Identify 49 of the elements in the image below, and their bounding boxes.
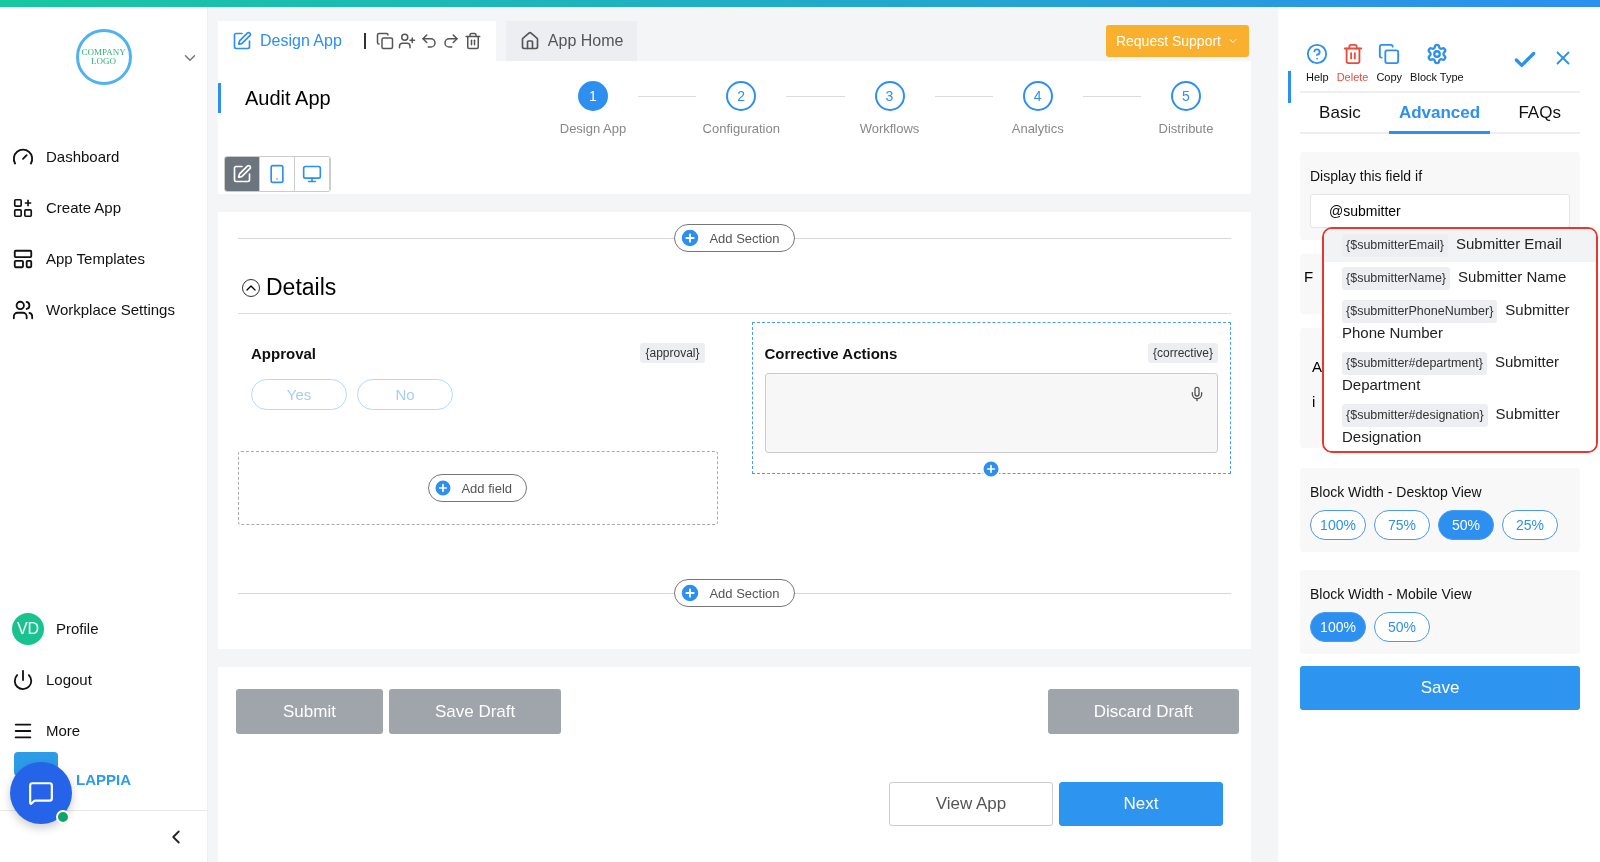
condition-label: Display this field if xyxy=(1310,168,1424,184)
width-option[interactable]: 100% xyxy=(1310,510,1366,540)
width-option[interactable]: 75% xyxy=(1374,510,1430,540)
step-label: Design App xyxy=(559,121,627,136)
covered-label: F xyxy=(1304,268,1314,285)
panel-tab[interactable]: FAQs xyxy=(1508,93,1571,134)
sidebar-item[interactable]: Logout xyxy=(0,654,207,705)
width-label: Block Width - Mobile View xyxy=(1310,586,1473,602)
top-tab[interactable]: App Home xyxy=(505,21,638,61)
step-number[interactable]: 2 xyxy=(726,81,757,111)
step-label: Workflows xyxy=(859,121,920,136)
condition-input[interactable]: @submitter xyxy=(1310,194,1570,228)
field-label: Corrective Actions xyxy=(764,344,898,362)
field-label: Approval xyxy=(251,344,316,362)
brand-name: LAPPIA xyxy=(76,770,131,788)
sidebar-item[interactable]: Dashboard xyxy=(0,131,207,182)
panel-tab[interactable]: Basic xyxy=(1309,93,1371,134)
covered-label: i xyxy=(1311,392,1317,410)
step-label: Analytics xyxy=(1011,121,1064,136)
step-number[interactable]: 3 xyxy=(874,81,905,111)
step-number[interactable]: 5 xyxy=(1171,81,1201,111)
app-title: Audit App xyxy=(218,83,548,113)
width-option[interactable]: 50% xyxy=(1374,612,1430,642)
sidebar-item[interactable]: Workplace Settings xyxy=(0,284,207,335)
panel-action[interactable]: Block Type xyxy=(1410,43,1464,83)
add-section-button[interactable]: Add Section xyxy=(674,224,795,252)
view-app-button[interactable]: View App xyxy=(889,782,1053,826)
variable-tag: {corrective} xyxy=(1147,343,1218,363)
sidebar-item[interactable]: App Templates xyxy=(0,233,207,284)
top-tab[interactable]: Design App xyxy=(218,21,496,61)
add-section-button[interactable]: Add Section xyxy=(674,579,795,607)
variable-tag: {approval} xyxy=(640,343,705,363)
panel-action[interactable]: Delete xyxy=(1336,43,1369,83)
panel-action[interactable]: Help xyxy=(1306,43,1329,83)
profile-item[interactable]: VD Profile xyxy=(0,603,207,654)
avatar: VD xyxy=(12,612,44,645)
company-logo: COMPANY LOGO xyxy=(75,29,132,85)
sidebar-item[interactable]: More xyxy=(0,705,207,756)
panel-action[interactable]: Copy xyxy=(1376,43,1403,83)
section-title: Details xyxy=(266,274,337,301)
width-label: Block Width - Desktop View xyxy=(1310,484,1483,500)
width-option[interactable]: 25% xyxy=(1502,510,1558,540)
step-label: Distribute xyxy=(1158,121,1214,136)
covered-label: A xyxy=(1311,357,1323,375)
step-label: Configuration xyxy=(702,121,780,136)
sidebar-item[interactable]: Create App xyxy=(0,182,207,233)
step-number[interactable]: 4 xyxy=(1022,81,1053,111)
add-field-button[interactable]: Add field xyxy=(428,474,528,502)
suggestion-item[interactable]: {$submitterEmail} Submitter Email xyxy=(1324,229,1596,262)
